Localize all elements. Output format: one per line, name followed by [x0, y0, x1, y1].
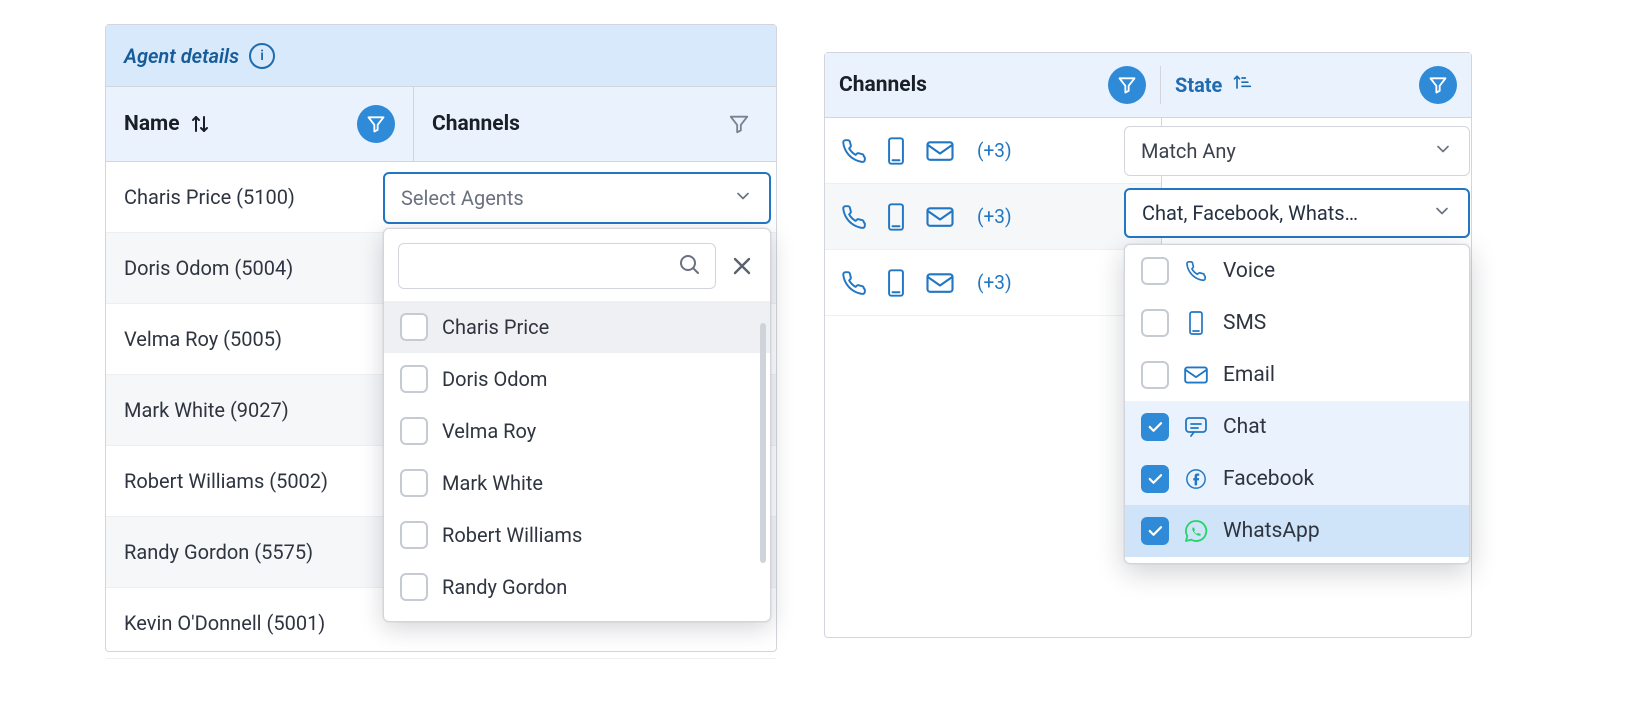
checkbox-unchecked[interactable] [400, 469, 428, 497]
agent-option[interactable]: Velma Roy [384, 405, 770, 457]
email-icon [1183, 365, 1209, 385]
sms-icon [1183, 310, 1209, 336]
channel-row[interactable]: (+3) [825, 184, 1161, 250]
channel-rows: (+3) (+3) [825, 118, 1162, 316]
state-select-popover: Voice SMS Email Chat [1124, 244, 1470, 564]
match-mode-select[interactable]: Match Any [1124, 126, 1470, 176]
filter-button-channels[interactable] [720, 105, 758, 143]
phone-icon [1183, 260, 1209, 282]
checkbox-unchecked[interactable] [400, 313, 428, 341]
phone-icon [841, 204, 867, 230]
state-option-label: Email [1223, 363, 1275, 387]
state-option-email[interactable]: Email [1125, 349, 1469, 401]
sort-icon[interactable] [190, 113, 210, 135]
panel-title-bar: Agent details i [106, 25, 776, 87]
more-count[interactable]: (+3) [977, 139, 1012, 162]
info-icon[interactable]: i [249, 43, 275, 69]
agent-option-label: Randy Gordon [442, 575, 567, 599]
state-option-label: SMS [1223, 311, 1266, 335]
chevron-down-icon [1433, 139, 1453, 164]
agent-option[interactable]: Doris Odom [384, 353, 770, 405]
checkbox-unchecked[interactable] [400, 365, 428, 393]
whatsapp-icon [1183, 519, 1209, 543]
checkbox-checked[interactable] [1141, 465, 1169, 493]
checkbox-unchecked[interactable] [400, 521, 428, 549]
column-header-name[interactable]: Name [106, 87, 414, 161]
state-option-label: Chat [1223, 415, 1267, 439]
panel-title: Agent details [124, 44, 239, 68]
email-icon [925, 139, 955, 163]
phone-icon [841, 270, 867, 296]
chat-icon [1183, 416, 1209, 438]
email-icon [925, 205, 955, 229]
more-count[interactable]: (+3) [977, 205, 1012, 228]
agent-option-label: Robert Williams [442, 523, 582, 547]
name-column-label: Name [124, 112, 180, 136]
checkbox-unchecked[interactable] [1141, 361, 1169, 389]
state-filter-dropdown: Match Any Chat, Facebook, Whats… Voice S… [1124, 126, 1470, 564]
agent-option-label: Mark White [442, 471, 543, 495]
filter-button-channels[interactable] [1108, 66, 1146, 104]
sms-icon [885, 202, 907, 232]
phone-icon [841, 138, 867, 164]
agent-select-popover: Charis Price Doris Odom Velma Roy Mark W… [383, 228, 771, 622]
checkbox-unchecked[interactable] [400, 417, 428, 445]
chevron-down-icon [733, 186, 753, 211]
state-option-label: WhatsApp [1223, 519, 1320, 543]
scrollbar[interactable] [760, 323, 766, 563]
state-selected-summary: Chat, Facebook, Whats… [1142, 201, 1358, 225]
agent-option-label: Velma Roy [442, 419, 536, 443]
column-header-channels[interactable]: Channels [414, 87, 776, 161]
checkbox-unchecked[interactable] [400, 573, 428, 601]
column-header-state[interactable]: State [1161, 66, 1471, 104]
facebook-icon [1183, 468, 1209, 490]
agent-select[interactable]: Select Agents [383, 172, 771, 224]
state-option-voice[interactable]: Voice [1125, 245, 1469, 297]
agent-option[interactable]: Randy Gordon [384, 561, 770, 613]
state-option-label: Voice [1223, 259, 1275, 283]
email-icon [925, 271, 955, 295]
match-mode-label: Match Any [1141, 139, 1236, 163]
agent-option[interactable]: Charis Price [384, 301, 770, 353]
column-header-channels[interactable]: Channels [825, 66, 1161, 104]
sms-icon [885, 136, 907, 166]
state-selected-select[interactable]: Chat, Facebook, Whats… [1124, 188, 1470, 238]
more-count[interactable]: (+3) [977, 271, 1012, 294]
state-column-label: State [1175, 73, 1222, 97]
agent-option-label: Doris Odom [442, 367, 547, 391]
channel-row[interactable]: (+3) [825, 250, 1161, 316]
filter-button-state[interactable] [1419, 66, 1457, 104]
state-option-sms[interactable]: SMS [1125, 297, 1469, 349]
agent-option-list: Charis Price Doris Odom Velma Roy Mark W… [384, 301, 770, 613]
checkbox-checked[interactable] [1141, 517, 1169, 545]
state-option-whatsapp[interactable]: WhatsApp [1125, 505, 1469, 557]
channels-column-label: Channels [432, 112, 520, 136]
sms-icon [885, 268, 907, 298]
close-icon[interactable] [728, 252, 756, 280]
state-option-label: Facebook [1223, 467, 1314, 491]
channels-column-label: Channels [839, 73, 927, 97]
right-column-headers: Channels State [825, 53, 1471, 118]
agent-select-placeholder: Select Agents [401, 186, 524, 210]
sort-asc-icon[interactable] [1232, 73, 1252, 98]
checkbox-unchecked[interactable] [1141, 257, 1169, 285]
checkbox-checked[interactable] [1141, 413, 1169, 441]
state-option-facebook[interactable]: Facebook [1125, 453, 1469, 505]
checkbox-unchecked[interactable] [1141, 309, 1169, 337]
agent-filter-dropdown: Select Agents Charis Price [383, 172, 771, 622]
channel-row[interactable]: (+3) [825, 118, 1161, 184]
state-option-chat[interactable]: Chat [1125, 401, 1469, 453]
agent-option[interactable]: Robert Williams [384, 509, 770, 561]
agent-option-label: Charis Price [442, 315, 549, 339]
filter-button-name[interactable] [357, 105, 395, 143]
agent-search-input[interactable] [398, 243, 716, 289]
chevron-down-icon [1432, 201, 1452, 226]
agent-option[interactable]: Mark White [384, 457, 770, 509]
column-headers: Name Channels [106, 87, 776, 162]
search-icon [677, 252, 701, 281]
